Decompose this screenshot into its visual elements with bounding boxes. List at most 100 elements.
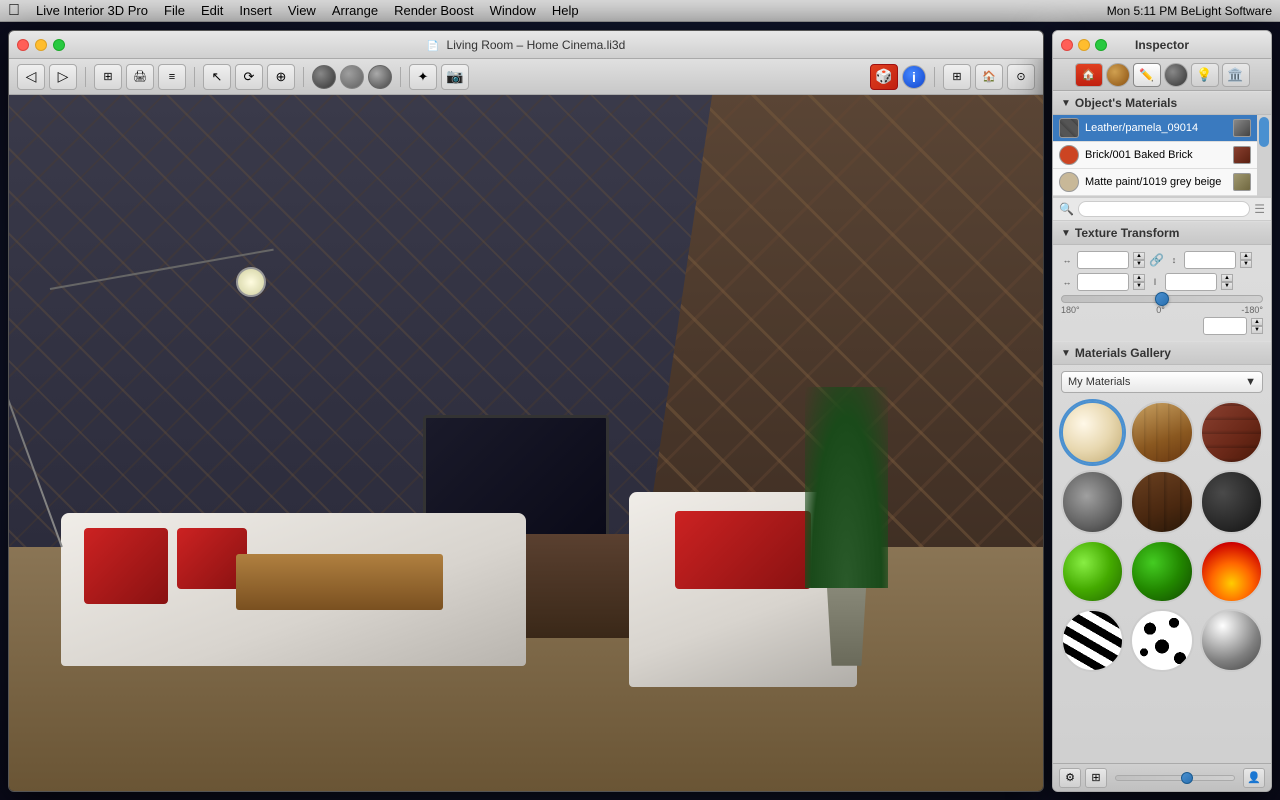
- user-button[interactable]: 👤: [1243, 768, 1265, 788]
- scale-x-down[interactable]: ▼: [1133, 260, 1145, 268]
- rotation-down[interactable]: ▼: [1251, 326, 1263, 334]
- gallery-item-10[interactable]: [1130, 609, 1193, 672]
- search-input[interactable]: [1078, 201, 1250, 217]
- select-button[interactable]: ↖: [203, 64, 231, 90]
- materials-section-label: Object's Materials: [1075, 96, 1177, 110]
- scale-x-up[interactable]: ▲: [1133, 252, 1145, 260]
- render-button[interactable]: 🎲: [870, 64, 898, 90]
- add-button[interactable]: ⊞: [1085, 768, 1107, 788]
- rotation-stepper[interactable]: ▲ ▼: [1251, 318, 1263, 334]
- info-button[interactable]: i: [902, 65, 926, 89]
- gallery-dropdown[interactable]: My Materials ▼: [1061, 371, 1263, 393]
- inspector-minimize[interactable]: [1078, 39, 1090, 51]
- viewport[interactable]: ⠿: [9, 95, 1043, 791]
- tab-render[interactable]: [1164, 63, 1188, 87]
- sphere-button[interactable]: [312, 65, 336, 89]
- material-item-0[interactable]: Leather/pamela_09014: [1053, 115, 1257, 142]
- rotation-thumb[interactable]: [1155, 292, 1169, 306]
- scale-y-input[interactable]: 2.56: [1184, 251, 1236, 269]
- offset-x-stepper[interactable]: ▲ ▼: [1133, 274, 1145, 290]
- plan-view-button[interactable]: ⊞: [94, 64, 122, 90]
- menu-renderbost[interactable]: Render Boost: [394, 3, 474, 18]
- menu-arrange[interactable]: Arrange: [332, 3, 378, 18]
- tab-texture[interactable]: ✏️: [1133, 63, 1161, 87]
- separator-5: [934, 67, 935, 87]
- rotation-value-input[interactable]: 0°: [1203, 317, 1247, 335]
- offset-y-input[interactable]: 0.00: [1165, 273, 1217, 291]
- gallery-item-8[interactable]: [1200, 540, 1263, 603]
- offset-x-down[interactable]: ▼: [1133, 282, 1145, 290]
- inspector-close[interactable]: [1061, 39, 1073, 51]
- gallery-item-1[interactable]: [1130, 401, 1193, 464]
- gallery-section-body: My Materials ▼: [1053, 365, 1271, 678]
- gallery-item-6[interactable]: [1061, 540, 1124, 603]
- menu-appname[interactable]: Live Interior 3D Pro: [36, 3, 148, 18]
- materials-scrollbar[interactable]: [1257, 115, 1271, 196]
- settings-button[interactable]: ⚙: [1059, 768, 1081, 788]
- gallery-section-label: Materials Gallery: [1075, 346, 1171, 360]
- inspector-zoom[interactable]: [1095, 39, 1107, 51]
- offset-y-up[interactable]: ▲: [1221, 274, 1233, 282]
- scale-x-input[interactable]: 2.56: [1077, 251, 1129, 269]
- menu-edit[interactable]: Edit: [201, 3, 223, 18]
- menu-file[interactable]: File: [164, 3, 185, 18]
- zoom-slider[interactable]: [1115, 775, 1235, 781]
- view1-button[interactable]: ⊞: [943, 64, 971, 90]
- materials-section-header: ▼ Object's Materials: [1053, 91, 1271, 115]
- scale-y-down[interactable]: ▼: [1240, 260, 1252, 268]
- offset-y-down[interactable]: ▼: [1221, 282, 1233, 290]
- rotate-button[interactable]: ⟳: [235, 64, 263, 90]
- separator-3: [303, 67, 304, 87]
- gallery-item-4[interactable]: [1130, 470, 1193, 533]
- gallery-item-0[interactable]: [1061, 401, 1124, 464]
- gallery-item-9[interactable]: [1061, 609, 1124, 672]
- close-button[interactable]: [17, 39, 29, 51]
- back-button[interactable]: ◁: [17, 64, 45, 90]
- apple-menu[interactable]: : [8, 2, 20, 20]
- plant: [805, 387, 888, 665]
- view3-button[interactable]: ⊙: [1007, 64, 1035, 90]
- tool1-button[interactable]: ✦: [409, 64, 437, 90]
- gallery-item-11[interactable]: [1200, 609, 1263, 672]
- texture-section-label: Texture Transform: [1075, 226, 1179, 240]
- material-item-2[interactable]: Matte paint/1019 grey beige: [1053, 169, 1257, 196]
- scale-y-stepper[interactable]: ▲ ▼: [1240, 252, 1252, 268]
- sphere2-button[interactable]: [340, 65, 364, 89]
- minimize-button[interactable]: [35, 39, 47, 51]
- tab-room[interactable]: 🏛️: [1222, 63, 1250, 87]
- list-button[interactable]: ≡: [158, 64, 186, 90]
- camera-button[interactable]: 📷: [441, 64, 469, 90]
- gallery-item-3[interactable]: [1061, 470, 1124, 533]
- rotation-slider[interactable]: [1061, 295, 1263, 303]
- scale-x-stepper[interactable]: ▲ ▼: [1133, 252, 1145, 268]
- offset-x-input[interactable]: 0.00: [1077, 273, 1129, 291]
- offset-h-label: ↔: [1061, 277, 1073, 287]
- material-item-1[interactable]: Brick/001 Baked Brick: [1053, 142, 1257, 169]
- offset-row: ↔ 0.00 ▲ ▼ I 0.00 ▲ ▼: [1061, 273, 1263, 291]
- menu-help[interactable]: Help: [552, 3, 579, 18]
- offset-y-stepper[interactable]: ▲ ▼: [1221, 274, 1233, 290]
- zoom-thumb[interactable]: [1181, 772, 1193, 784]
- menu-insert[interactable]: Insert: [239, 3, 272, 18]
- print-button[interactable]: 🖨: [126, 64, 154, 90]
- fullscreen-button[interactable]: [53, 39, 65, 51]
- separator-2: [194, 67, 195, 87]
- gallery-dropdown-value: My Materials: [1068, 376, 1130, 388]
- gallery-item-5[interactable]: [1200, 470, 1263, 533]
- coffee-table: [236, 554, 443, 610]
- move-button[interactable]: ⊕: [267, 64, 295, 90]
- menu-window[interactable]: Window: [490, 3, 536, 18]
- sphere3-button[interactable]: [368, 65, 392, 89]
- scale-y-up[interactable]: ▲: [1240, 252, 1252, 260]
- tab-light[interactable]: 💡: [1191, 63, 1219, 87]
- offset-x-up[interactable]: ▲: [1133, 274, 1145, 282]
- gallery-item-7[interactable]: [1130, 540, 1193, 603]
- scrollbar-thumb[interactable]: [1259, 117, 1269, 147]
- menu-view[interactable]: View: [288, 3, 316, 18]
- tab-object[interactable]: 🏠: [1075, 63, 1103, 87]
- rotation-up[interactable]: ▲: [1251, 318, 1263, 326]
- gallery-item-2[interactable]: [1200, 401, 1263, 464]
- view2-button[interactable]: 🏠: [975, 64, 1003, 90]
- forward-button[interactable]: ▷: [49, 64, 77, 90]
- tab-material-ball[interactable]: [1106, 63, 1130, 87]
